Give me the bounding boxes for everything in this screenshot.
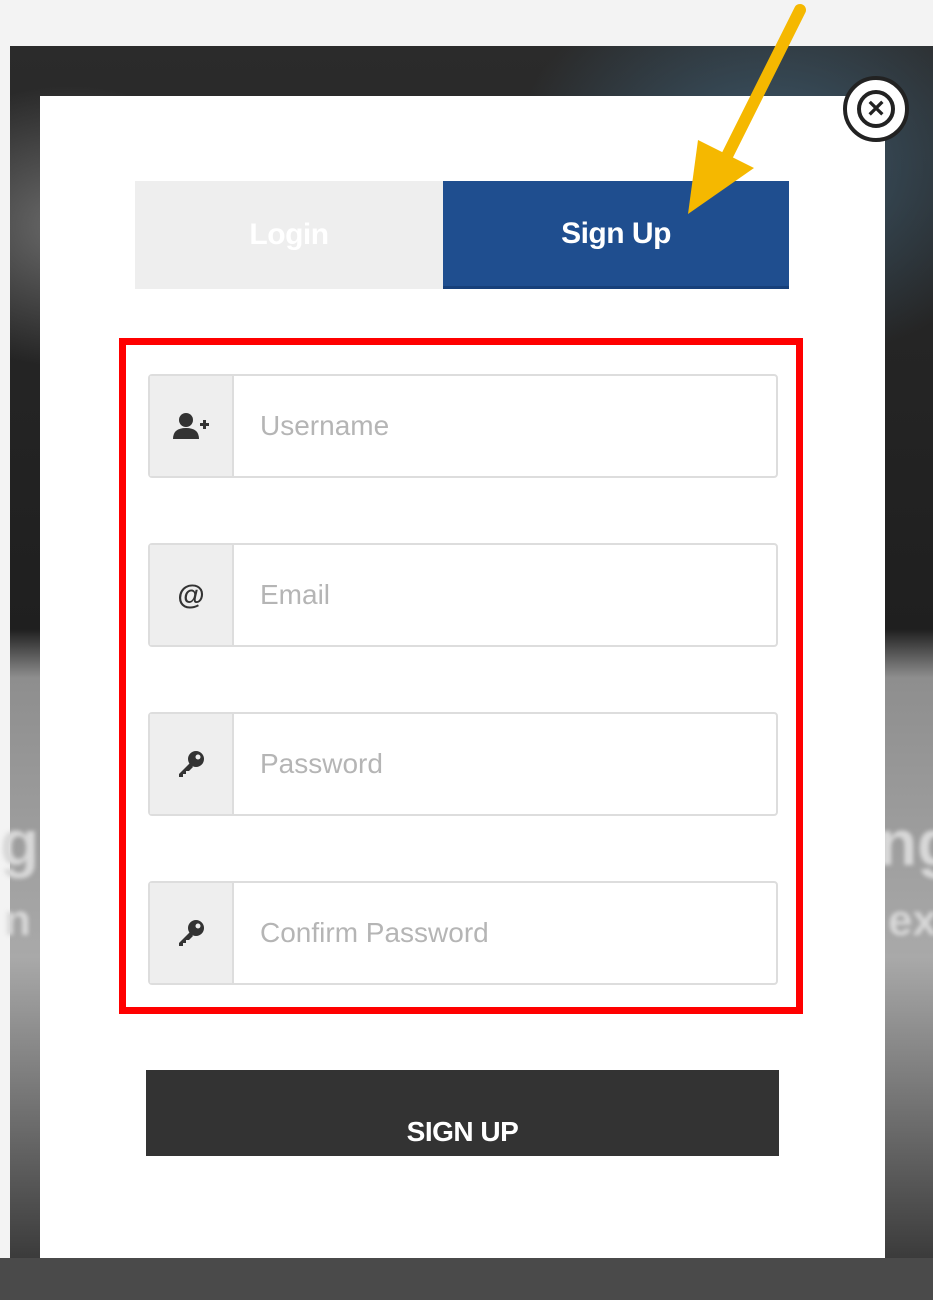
password-input[interactable] bbox=[234, 714, 776, 814]
signup-submit-button[interactable]: SIGN UP bbox=[146, 1070, 779, 1156]
username-field bbox=[148, 374, 778, 478]
email-field: @ bbox=[148, 543, 778, 647]
confirm-password-input[interactable] bbox=[234, 883, 776, 983]
add-user-icon bbox=[150, 376, 234, 476]
close-circle-icon: × bbox=[857, 90, 895, 128]
username-input[interactable] bbox=[234, 376, 776, 476]
tab-login[interactable]: Login bbox=[135, 181, 443, 289]
key-icon bbox=[150, 883, 234, 983]
signup-modal: Login Sign Up @ bbox=[40, 96, 885, 1258]
key-icon bbox=[150, 714, 234, 814]
password-field bbox=[148, 712, 778, 816]
close-button[interactable]: × bbox=[843, 76, 909, 142]
annotation-arrow-icon bbox=[688, 4, 806, 214]
page-footer-strip bbox=[0, 1258, 933, 1300]
at-icon: @ bbox=[150, 545, 234, 645]
confirm-password-field bbox=[148, 881, 778, 985]
email-input[interactable] bbox=[234, 545, 776, 645]
